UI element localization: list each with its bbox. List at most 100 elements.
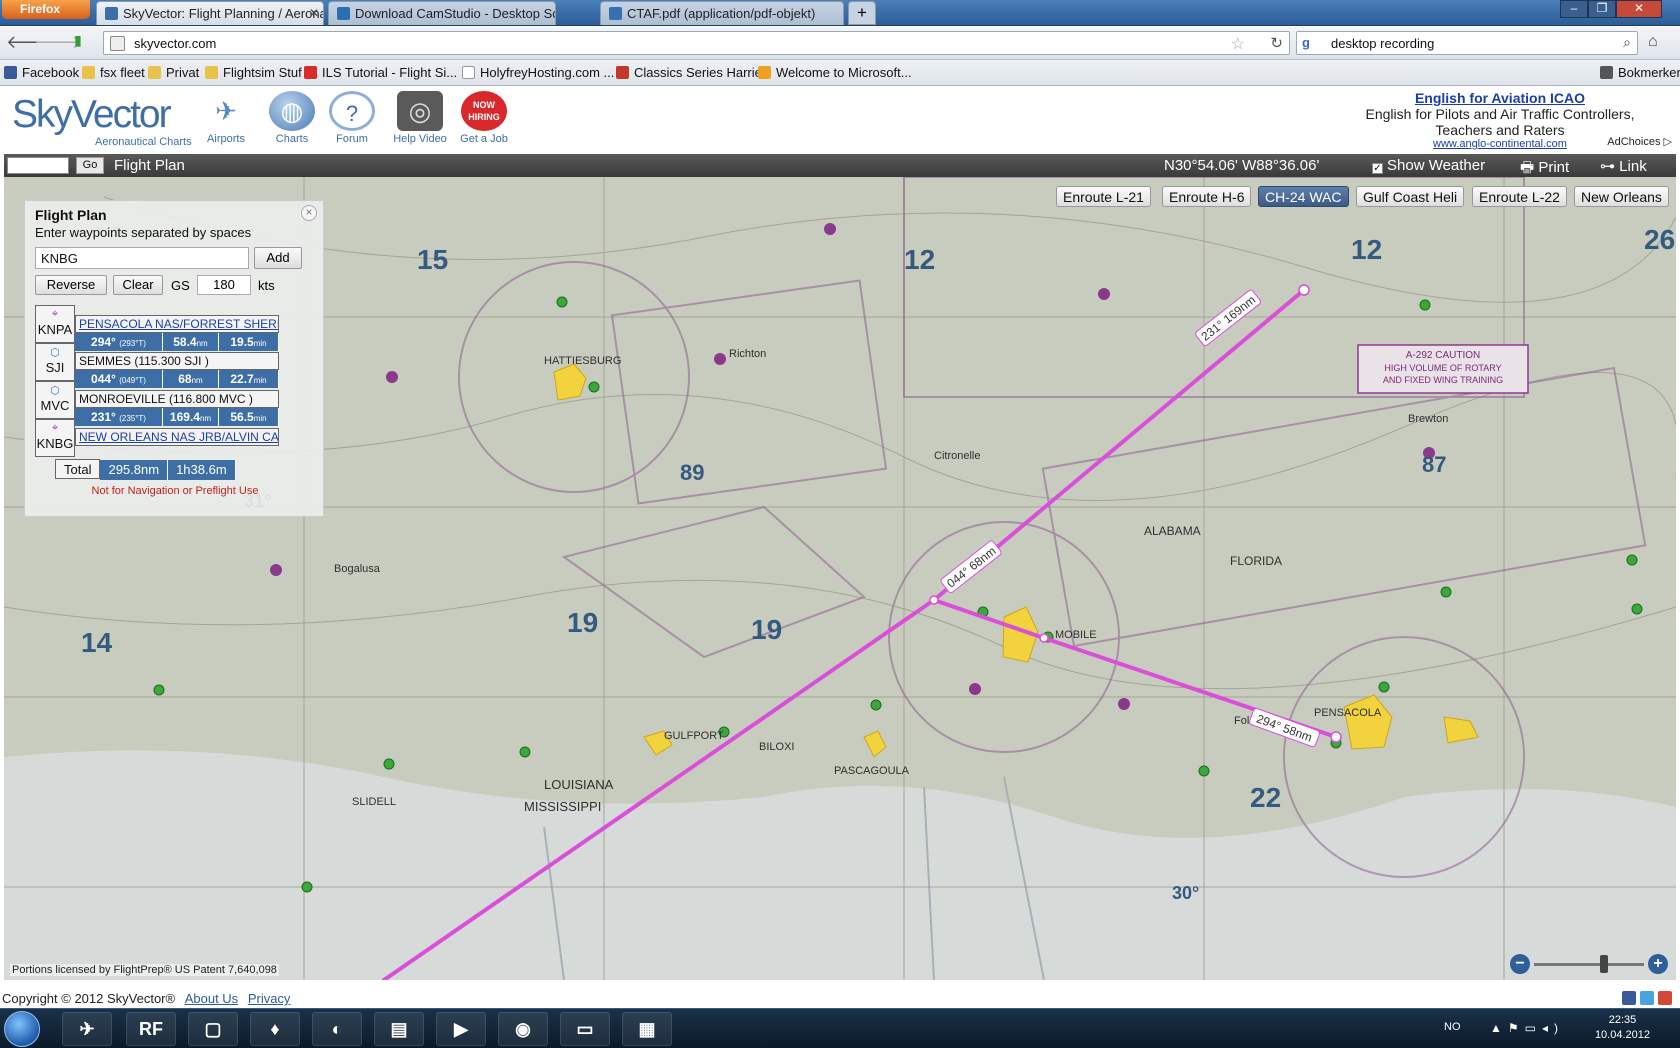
chart-enroute-l21[interactable]: Enroute L-21 [1056,186,1151,207]
waypoint-code: KNBG [36,436,74,451]
bookmarks-star-icon [1600,66,1613,79]
zoom-control[interactable]: − + [1510,952,1670,976]
start-button[interactable] [4,1011,40,1047]
taskbar-app-icon[interactable]: ▦ [622,1012,672,1046]
taskbar-app-icon[interactable]: ◉ [498,1012,548,1046]
bookmark-ils-tutorial[interactable]: ILS Tutorial - Flight Si... [304,65,457,80]
bookmarks-menu[interactable]: Bokmerker [1600,65,1680,80]
ad-title[interactable]: English for Aviation ICAO [1350,90,1650,106]
svg-text:12: 12 [1351,234,1382,265]
zoom-slider-handle[interactable] [1600,955,1608,973]
bookmark-privat[interactable]: Privat [148,65,199,80]
link-button[interactable]: ⊶ Link [1600,157,1647,175]
nav-get-a-job[interactable]: NOW HIRING Get a Job [454,91,514,145]
checkbox-icon[interactable]: ✓ [1372,163,1383,174]
leg-info: 294° (293°T) 58.4nm 19.5min [75,333,279,351]
waypoint-id[interactable]: ⬡ MVC [35,381,75,419]
waypoint-input[interactable]: KNBG [35,247,249,269]
app-window: Firefox SkyVector: Flight Planning / Aer… [0,0,1680,1048]
waypoint-name[interactable]: NEW ORLEANS NAS JRB/ALVIN CAL [75,428,279,446]
tab-ctaf-pdf[interactable]: CTAF.pdf (application/pdf-objekt) [600,1,844,25]
clear-button[interactable]: Clear [113,275,163,295]
reload-icon[interactable]: ↻ [1270,34,1283,52]
show-weather-toggle[interactable]: ✓ Show Weather [1372,157,1485,174]
facebook-icon[interactable] [1622,991,1636,1005]
taskbar-app-icon[interactable]: ✈ [62,1012,112,1046]
home-icon[interactable]: ⌂ [1648,33,1658,51]
waypoint-id[interactable]: ⌖ KNBG [35,419,75,457]
firefox-menu-button[interactable]: Firefox [2,0,90,19]
taskbar-app-icon[interactable]: ▢ [188,1012,238,1046]
go-button[interactable]: Go [76,157,104,174]
adchoices-link[interactable]: AdChoices ▷ [1607,135,1672,148]
ad-banner[interactable]: English for Aviation ICAO English for Pi… [1350,90,1650,150]
chart-enroute-l22[interactable]: Enroute L-22 [1472,186,1567,207]
tab-camstudio[interactable]: Download CamStudio - Desktop Scre... [328,1,556,25]
bookmark-classics-harrier[interactable]: Classics Series Harrier [616,65,766,80]
zoom-in-icon[interactable]: + [1648,954,1668,974]
minimize-icon[interactable]: ‒ [1560,0,1588,18]
google-icon[interactable]: g [1302,35,1310,50]
svg-text:15: 15 [417,244,448,275]
bookmark-microsoft[interactable]: Welcome to Microsoft... [758,65,912,80]
taskbar-app-icon[interactable]: ◐ [312,1012,362,1046]
maximize-icon[interactable]: ❐ [1588,0,1616,18]
chart-gulf-coast-heli[interactable]: Gulf Coast Heli [1356,186,1465,207]
go-to-input[interactable] [7,157,69,174]
privacy-link[interactable]: Privacy [248,991,291,1006]
waypoint-id[interactable]: ⌖ KNPA [35,305,75,343]
zoom-track[interactable] [1534,963,1644,966]
close-tab-icon[interactable]: ✕ [309,6,319,20]
tray-icons[interactable]: ▲⚑▭◂) [1490,1021,1564,1035]
twitter-icon[interactable] [1640,991,1654,1005]
zoom-out-icon[interactable]: − [1510,954,1530,974]
skyvector-logo[interactable]: SkyVector [12,93,172,137]
bookmark-flightsim-stuf[interactable]: Flightsim Stuf [205,65,302,80]
nav-airports[interactable]: ✈ Airports [196,91,256,145]
about-us-link[interactable]: About Us [185,991,238,1006]
bookmark-holyfreyhosting[interactable]: HolyfreyHosting.com ... [462,65,614,80]
nav-forum[interactable]: ? Forum [322,91,382,145]
svg-text:MISSISSIPPI: MISSISSIPPI [524,799,601,814]
chart-enroute-h6[interactable]: Enroute H-6 [1162,186,1252,207]
tab-skyvector[interactable]: SkyVector: Flight Planning / Aeronaut...… [96,1,324,25]
back-arrow-icon[interactable]: 🡐 [6,32,54,54]
waypoint-name[interactable]: PENSACOLA NAS/FORREST SHERM [75,315,279,333]
bookmark-label: ILS Tutorial - Flight Si... [322,65,458,80]
forward-arrow-icon[interactable]: 🡒 [34,32,82,54]
chart-new-orleans[interactable]: New Orleans [1574,186,1669,207]
windows-icon [758,66,771,79]
flight-plan-toggle[interactable]: Flight Plan [114,157,185,174]
bookmark-fsx-fleet[interactable]: fsx fleet [82,65,145,80]
bookmark-facebook[interactable]: Facebook [4,65,79,80]
reverse-button[interactable]: Reverse [35,275,107,295]
search-icon[interactable]: ⌕ [1623,34,1631,51]
taskbar-app-icon[interactable]: ▤ [374,1012,424,1046]
ad-url[interactable]: www.anglo-continental.com [1350,138,1650,150]
google-plus-icon[interactable] [1658,991,1672,1005]
add-waypoint-button[interactable]: Add [254,247,302,269]
taskbar-app-icon[interactable]: ▶ [436,1012,486,1046]
language-indicator[interactable]: NO [1444,1021,1461,1033]
waypoint-id[interactable]: ⬡ SJI [35,343,75,381]
new-tab-button[interactable]: + [848,1,876,25]
nav-charts[interactable]: ◍ Charts [262,91,322,145]
close-window-icon[interactable]: ✕ [1616,0,1662,18]
chart-ch24-wac[interactable]: CH-24 WAC [1258,186,1349,207]
bar-chart-icon[interactable]: ▮ [66,32,90,54]
close-panel-icon[interactable]: × [301,205,317,221]
skyvector-favicon-icon [105,7,118,20]
bookmark-star-icon[interactable]: ☆ [1231,34,1245,54]
address-bar[interactable]: skyvector.com ☆ ↻ [103,31,1290,55]
browser-tab-strip: Firefox SkyVector: Flight Planning / Aer… [0,0,1680,26]
ground-speed-input[interactable]: 180 [197,275,251,295]
search-input[interactable]: g desktop recording ⌕ [1296,31,1638,55]
taskbar-app-icon[interactable]: ▭ [560,1012,610,1046]
taskbar-app-icon[interactable]: RF [126,1012,176,1046]
show-weather-label: Show Weather [1387,157,1486,174]
svg-text:MOBILE: MOBILE [1055,629,1097,641]
taskbar-app-icon[interactable]: ♦ [250,1012,300,1046]
site-identity-icon[interactable] [110,36,125,51]
nav-help-video[interactable]: ◎ Help Video [390,91,450,145]
clock[interactable]: 22:35 10.04.2012 [1595,1013,1650,1043]
